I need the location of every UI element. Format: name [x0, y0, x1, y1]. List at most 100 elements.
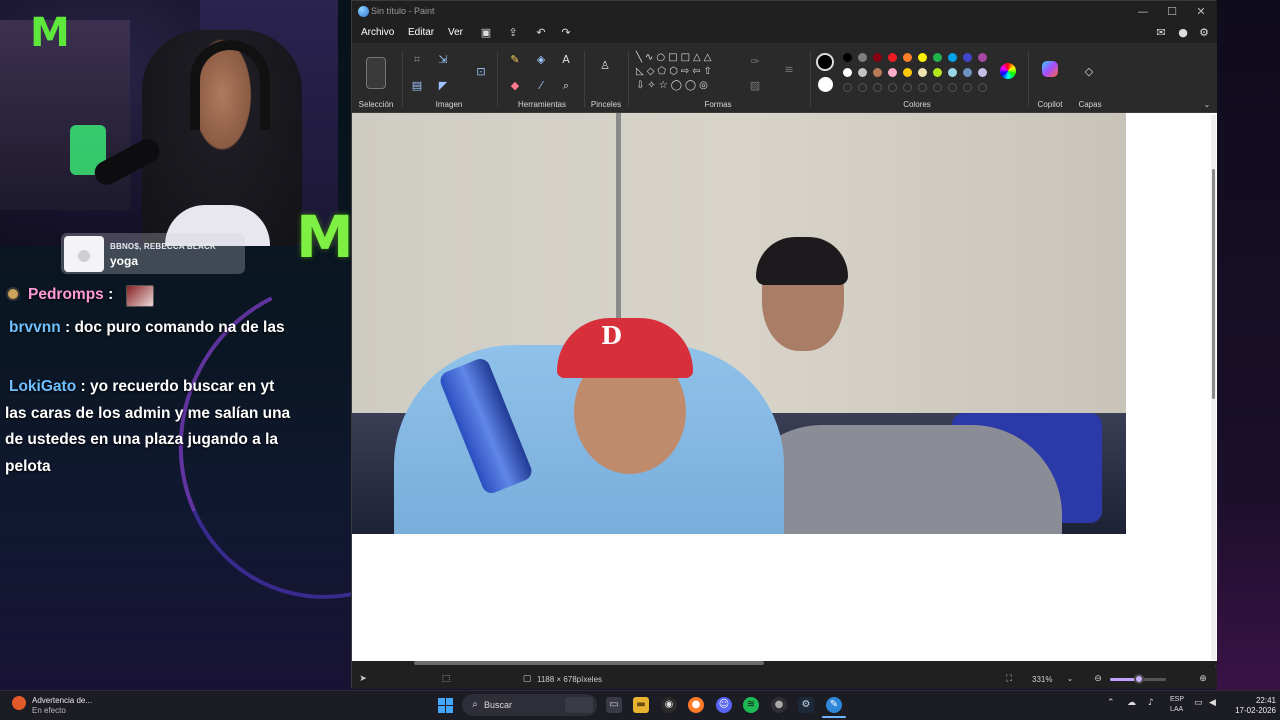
notification-title[interactable]: Advertencia de...	[32, 696, 92, 705]
canvas-image[interactable]: D	[352, 113, 1126, 534]
windows-start-icon[interactable]	[438, 698, 453, 713]
menu-file[interactable]: Archivo	[361, 27, 394, 38]
fill-icon[interactable]: ▨	[748, 79, 762, 93]
custom-color-slot[interactable]	[843, 83, 852, 92]
color-swatch[interactable]	[888, 68, 897, 77]
discord-icon[interactable]: ☺	[716, 697, 732, 713]
color-swatch[interactable]	[978, 53, 987, 62]
feedback-icon[interactable]: ✉	[1154, 26, 1168, 40]
custom-color-slot[interactable]	[903, 83, 912, 92]
color-swatch[interactable]	[858, 53, 867, 62]
maximize-button[interactable]: ☐	[1161, 4, 1183, 20]
tray-overflow-icon[interactable]: ⌃	[1107, 698, 1115, 708]
save-icon[interactable]: ▣	[479, 26, 493, 40]
shapes-gallery[interactable]: ╲∿○□□△△ ◺◇⬠⬡⇨⇦⇧ ⇩✧☆◯◯◎	[636, 51, 732, 93]
color-swatch[interactable]	[918, 53, 927, 62]
cloud-icon[interactable]: ☁	[1127, 698, 1136, 708]
canvas-area[interactable]: D	[352, 113, 1217, 661]
color-swatch[interactable]	[948, 53, 957, 62]
color-swatch[interactable]	[963, 53, 972, 62]
text-tool-icon[interactable]: A	[559, 53, 573, 67]
custom-color-slot[interactable]	[888, 83, 897, 92]
color-swatch[interactable]	[948, 68, 957, 77]
layers-icon[interactable]: ◇	[1082, 65, 1096, 79]
share-icon[interactable]: ⇪	[506, 26, 520, 40]
search-icon: ⌕	[472, 699, 478, 710]
brush-icon[interactable]: ♙	[598, 59, 612, 73]
menu-view[interactable]: Ver	[448, 27, 463, 38]
chevron-down-icon[interactable]: ⌄	[1200, 98, 1214, 112]
zoom-slider-handle[interactable]	[1134, 674, 1144, 684]
clock-time[interactable]: 22:41	[1234, 696, 1276, 705]
custom-color-slot[interactable]	[978, 83, 987, 92]
size-icon[interactable]: ≡	[782, 63, 796, 77]
custom-color-slot[interactable]	[948, 83, 957, 92]
settings-gear-icon[interactable]: ⚙	[1197, 26, 1211, 40]
file-explorer-icon[interactable]: ▬	[633, 697, 649, 713]
outline-icon[interactable]: ✑	[748, 55, 762, 69]
color-swatch[interactable]	[963, 68, 972, 77]
crop-icon[interactable]: ⌗	[410, 53, 424, 67]
custom-color-slot[interactable]	[873, 83, 882, 92]
selection-tool-button[interactable]	[366, 57, 386, 89]
zoom-out-icon[interactable]: ⊖	[1091, 672, 1105, 686]
pencil-icon[interactable]: ✎	[508, 53, 522, 67]
volume-icon[interactable]: ◀	[1209, 698, 1216, 708]
color-swatch[interactable]	[918, 68, 927, 77]
color-swatch[interactable]	[873, 53, 882, 62]
rotate-icon[interactable]: ◤	[436, 79, 450, 93]
task-view-icon[interactable]: ▭	[606, 697, 622, 713]
color-swatch[interactable]	[903, 53, 912, 62]
language-indicator[interactable]: ESP	[1170, 696, 1184, 703]
spotify-icon[interactable]: ≋	[743, 697, 759, 713]
redo-icon[interactable]: ↷	[559, 26, 573, 40]
fit-to-window-icon[interactable]: ⛶	[1002, 672, 1016, 686]
obs-icon[interactable]: ◉	[661, 697, 677, 713]
color-swatch[interactable]	[873, 68, 882, 77]
image-options-icon[interactable]: ⊡	[474, 65, 488, 79]
color-swatch[interactable]	[858, 68, 867, 77]
color-swatch[interactable]	[933, 53, 942, 62]
color-swatch[interactable]	[888, 53, 897, 62]
network-icon[interactable]: ▭	[1194, 698, 1203, 708]
color-swatch[interactable]	[843, 68, 852, 77]
zoom-in-icon[interactable]: ⊕	[1196, 672, 1210, 686]
window-title: Sin título - Paint	[371, 6, 435, 16]
account-icon[interactable]: ●	[1176, 26, 1190, 40]
color-swatch[interactable]	[933, 68, 942, 77]
steam-icon[interactable]: ⚙	[798, 697, 814, 713]
vertical-scroll-thumb[interactable]	[1212, 169, 1215, 399]
minimize-button[interactable]: —	[1132, 4, 1154, 20]
paint-taskbar-icon[interactable]: ✎	[826, 697, 842, 713]
custom-color-slot[interactable]	[963, 83, 972, 92]
color-swatch[interactable]	[903, 68, 912, 77]
primary-color-swatch[interactable]	[816, 53, 834, 71]
edit-colors-icon[interactable]	[1000, 63, 1016, 79]
horizontal-scroll-thumb[interactable]	[414, 661, 764, 665]
menu-edit[interactable]: Editar	[408, 27, 434, 38]
close-button[interactable]: ✕	[1190, 4, 1212, 20]
clock-date[interactable]: 17-02-2026	[1224, 706, 1276, 715]
zoom-level[interactable]: 331%	[1032, 675, 1052, 684]
microphone-icon[interactable]: ♪	[1148, 698, 1154, 708]
copilot-icon[interactable]	[1042, 61, 1058, 77]
eraser-icon[interactable]: ◆	[508, 79, 522, 93]
undo-icon[interactable]: ↶	[534, 26, 548, 40]
resize-icon[interactable]: ⇲	[436, 53, 450, 67]
secondary-color-swatch[interactable]	[818, 77, 833, 92]
select-tool-icon[interactable]: ▤	[410, 79, 424, 93]
custom-color-slot[interactable]	[933, 83, 942, 92]
zoom-dropdown-icon[interactable]: ⌄	[1063, 672, 1077, 686]
title-bar[interactable]: Sin título - Paint — ☐ ✕	[352, 1, 1217, 23]
magnifier-icon[interactable]: ⌕	[559, 79, 573, 93]
fill-bucket-icon[interactable]: ◈	[534, 53, 548, 67]
color-swatch[interactable]	[978, 68, 987, 77]
keyboard-layout[interactable]: LAA	[1170, 706, 1183, 713]
app-icon[interactable]: ●	[771, 697, 787, 713]
custom-color-slot[interactable]	[918, 83, 927, 92]
custom-color-slot[interactable]	[858, 83, 867, 92]
firefox-icon[interactable]: ●	[688, 697, 704, 713]
warning-icon[interactable]	[12, 696, 26, 710]
color-picker-icon[interactable]: ⁄	[534, 79, 548, 93]
color-swatch[interactable]	[843, 53, 852, 62]
